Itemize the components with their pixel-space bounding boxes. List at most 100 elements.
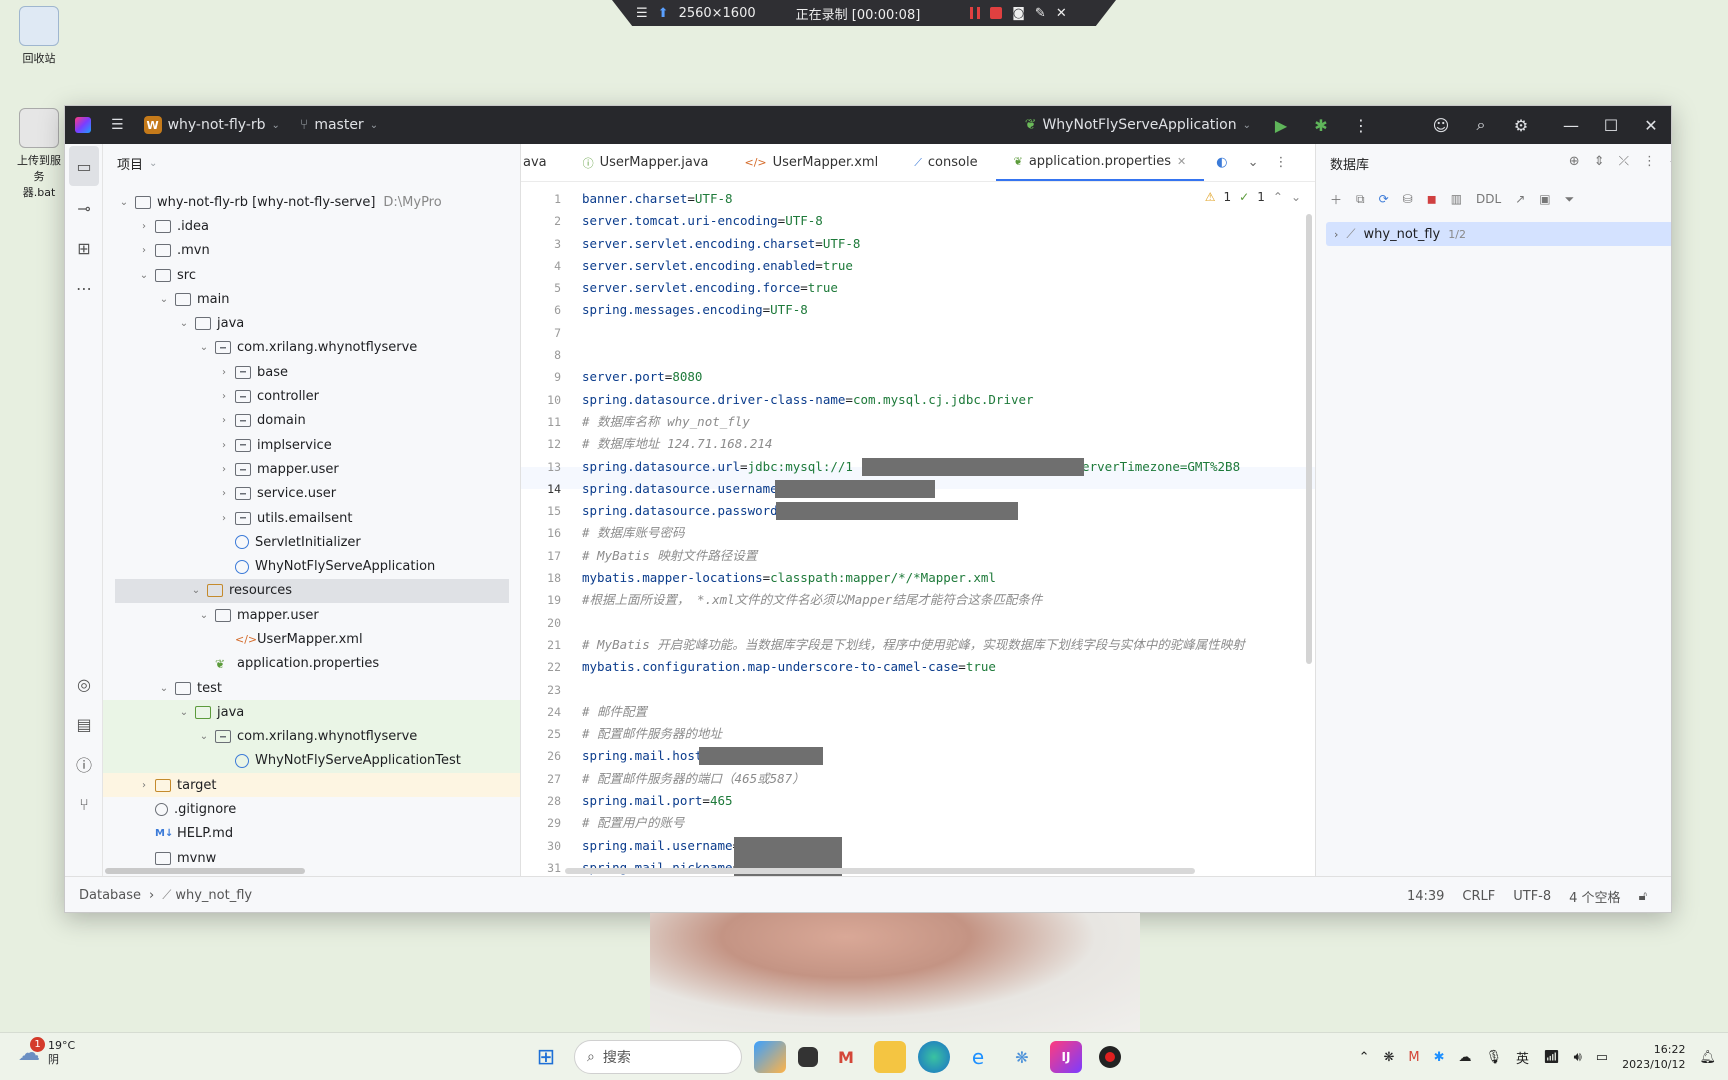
code-line[interactable]: spring.datasource.password= <box>582 500 1282 522</box>
tree-row[interactable]: › base <box>103 360 520 384</box>
tree-row[interactable]: ⌄ why-not-fly-rb [why-not-fly-serve] D:\My… <box>103 190 520 214</box>
start-icon[interactable]: ⊞ <box>530 1041 562 1073</box>
jump-icon[interactable]: ↗ <box>1515 192 1525 206</box>
breadcrumb-item[interactable]: why_not_fly <box>175 888 252 903</box>
notification-bell-icon[interactable]: 🔔︎ <box>1699 1050 1716 1065</box>
code-editor[interactable]: ava ⓘ UserMapper.java </> UserMapper.xml ⟋… <box>521 144 1315 879</box>
git-icon[interactable]: ⑂ <box>65 784 103 824</box>
code-line[interactable]: spring.datasource.url=jdbc:mysql://1 ?ser… <box>582 456 1282 478</box>
project-horizontal-scrollbar[interactable] <box>105 868 305 874</box>
tray-app-icon[interactable]: ✱ <box>1434 1050 1445 1065</box>
code-line[interactable]: # MyBatis 开启驼峰功能。当数据库字段是下划线，程序中使用驼峰，实现数据… <box>582 634 1282 656</box>
code-line[interactable]: spring.mail.username= <box>582 835 1282 861</box>
weather-widget[interactable]: ☁ 1 19°C 阴 <box>18 1036 75 1067</box>
tree-row[interactable]: › target <box>103 773 520 798</box>
tree-row[interactable]: › mapper.user <box>103 457 520 481</box>
structure-icon[interactable]: ⊞ <box>65 228 103 268</box>
volume-icon[interactable]: 🔊︎ <box>1574 1050 1582 1065</box>
lock-icon[interactable]: 🔓︎ <box>1639 889 1647 904</box>
code-line[interactable]: mybatis.mapper-locations=classpath:mappe… <box>582 567 1282 589</box>
close-icon[interactable]: ✕ <box>1056 6 1067 21</box>
main-menu-icon[interactable]: ☰ <box>101 106 134 144</box>
branch-switcher[interactable]: ⑂ master ⌄ <box>290 106 388 144</box>
code-line[interactable]: # 配置邮件服务器的端口（465或587） <box>582 768 1282 790</box>
tree-row[interactable]: ⌄ main <box>103 287 520 311</box>
refresh-icon[interactable]: ⟳ <box>1379 192 1389 206</box>
copilot-icon[interactable] <box>754 1041 786 1073</box>
chevron-up-icon[interactable]: ⌃ <box>1359 1050 1370 1065</box>
pause-icon[interactable] <box>970 7 981 19</box>
browser-icon[interactable]: e <box>962 1041 994 1073</box>
add-user-icon[interactable]: ☺ <box>1421 106 1461 144</box>
database-tree-row[interactable]: › ⟋ why_not_fly 1/2 <box>1326 222 1671 246</box>
tree-row[interactable]: M↓ HELP.md <box>103 822 520 846</box>
more-vertical-icon[interactable]: ⋮ <box>1274 155 1287 170</box>
desktop-icon-recycle-bin[interactable]: 回收站 <box>12 6 66 66</box>
tree-row[interactable]: › implservice <box>103 433 520 457</box>
code-line[interactable]: spring.messages.encoding=UTF-8 <box>582 299 1282 321</box>
code-line[interactable] <box>582 322 1282 344</box>
code-line[interactable]: server.servlet.encoding.enabled=true <box>582 255 1282 277</box>
tab-usermapper-xml[interactable]: </> UserMapper.xml <box>726 144 896 181</box>
intellij-icon[interactable]: IJ <box>1050 1041 1082 1073</box>
code-line[interactable]: server.port=8080 <box>582 366 1282 388</box>
code-line[interactable]: spring.mail.port=465 <box>582 790 1282 812</box>
code-line[interactable]: # 配置用户的账号 <box>582 812 1282 834</box>
line-separator[interactable]: CRLF <box>1462 889 1495 904</box>
tree-row[interactable]: WhyNotFlyServeApplication <box>103 554 520 578</box>
filter-icon[interactable]: ⏷ <box>1565 192 1575 207</box>
expand-icon[interactable]: ⇕ <box>1594 154 1605 169</box>
network-app-icon[interactable]: ❋ <box>1006 1041 1038 1073</box>
close-window-icon[interactable]: ✕ <box>1631 106 1671 144</box>
pin-icon[interactable]: ⬆ <box>658 6 669 21</box>
tree-row[interactable]: ⌄ com.xrilang.whynotflyserve <box>103 724 520 749</box>
minimize-icon[interactable]: — <box>1551 106 1591 144</box>
chevron-right-icon[interactable]: › <box>1334 228 1338 241</box>
code-line[interactable]: server.servlet.encoding.force=true <box>582 277 1282 299</box>
close-tab-icon[interactable]: ✕ <box>1177 155 1186 168</box>
add-icon[interactable]: ＋ <box>1330 191 1342 208</box>
tree-row[interactable]: › utils.emailsent <box>103 506 520 530</box>
search-icon[interactable]: ⌕ <box>1461 106 1501 144</box>
more-horizontal-icon[interactable]: ⋯ <box>65 268 103 308</box>
code-line[interactable] <box>582 344 1282 366</box>
stop-icon[interactable] <box>990 7 1003 19</box>
recorder-app-icon[interactable] <box>1094 1041 1126 1073</box>
settings-gear-icon[interactable]: ⚙ <box>1501 106 1541 144</box>
code-line[interactable] <box>582 612 1282 634</box>
code-line[interactable] <box>582 679 1282 701</box>
code-line[interactable]: #根据上面所设置， *.xml文件的文件名必须以Mapper结尾才能符合这条匹配… <box>582 589 1282 611</box>
minimize-panel-icon[interactable]: — <box>1670 154 1671 169</box>
tree-row-selected[interactable]: ⌄ resources <box>115 578 509 604</box>
breadcrumb-root[interactable]: Database <box>79 888 141 903</box>
code-line[interactable]: server.servlet.encoding.charset=UTF-8 <box>582 233 1282 255</box>
tree-row[interactable]: ❦ application.properties <box>103 652 520 676</box>
tree-row[interactable]: ⌄ src <box>103 263 520 287</box>
tree-row[interactable]: › .mvn <box>103 239 520 263</box>
tree-row[interactable]: ServletInitializer <box>103 530 520 554</box>
tree-row[interactable]: ⌄ mapper.user <box>103 603 520 627</box>
gmail-icon[interactable]: M <box>830 1041 862 1073</box>
battery-icon[interactable]: ▭ <box>1596 1050 1608 1065</box>
tree-row[interactable]: › .idea <box>103 214 520 238</box>
code-line[interactable]: server.tomcat.uri-encoding=UTF-8 <box>582 210 1282 232</box>
wifi-icon[interactable]: 📶︎ <box>1543 1050 1560 1065</box>
more-vertical-icon[interactable]: ⋮ <box>1341 106 1381 144</box>
tab-java[interactable]: ava <box>521 144 565 181</box>
chevron-down-icon[interactable]: ⌄ <box>1291 190 1301 204</box>
code-line[interactable]: banner.charset=UTF-8 <box>582 188 1282 210</box>
copy-icon[interactable]: ⧉ <box>1356 192 1365 207</box>
services-icon[interactable]: ◎ <box>65 664 103 704</box>
maximize-icon[interactable]: ☐ <box>1591 106 1631 144</box>
tree-row[interactable]: › domain <box>103 409 520 433</box>
chevron-down-icon[interactable]: ⌄ <box>149 158 157 169</box>
code-text[interactable]: banner.charset=UTF-8 server.tomcat.uri-en… <box>582 188 1282 879</box>
taskbar-search[interactable]: ⌕ 搜索 <box>574 1040 742 1074</box>
menu-icon[interactable]: ☰ <box>636 6 648 21</box>
code-line[interactable]: mybatis.configuration.map-underscore-to-… <box>582 656 1282 678</box>
tab-console[interactable]: ⟋ console <box>896 144 995 181</box>
code-line[interactable]: spring.mail.host= <box>582 745 1282 767</box>
code-line[interactable]: # 数据库名称 why_not_fly <box>582 411 1282 433</box>
file-explorer-icon[interactable] <box>874 1041 906 1073</box>
disconnect-icon[interactable]: ◼ <box>1427 192 1437 206</box>
